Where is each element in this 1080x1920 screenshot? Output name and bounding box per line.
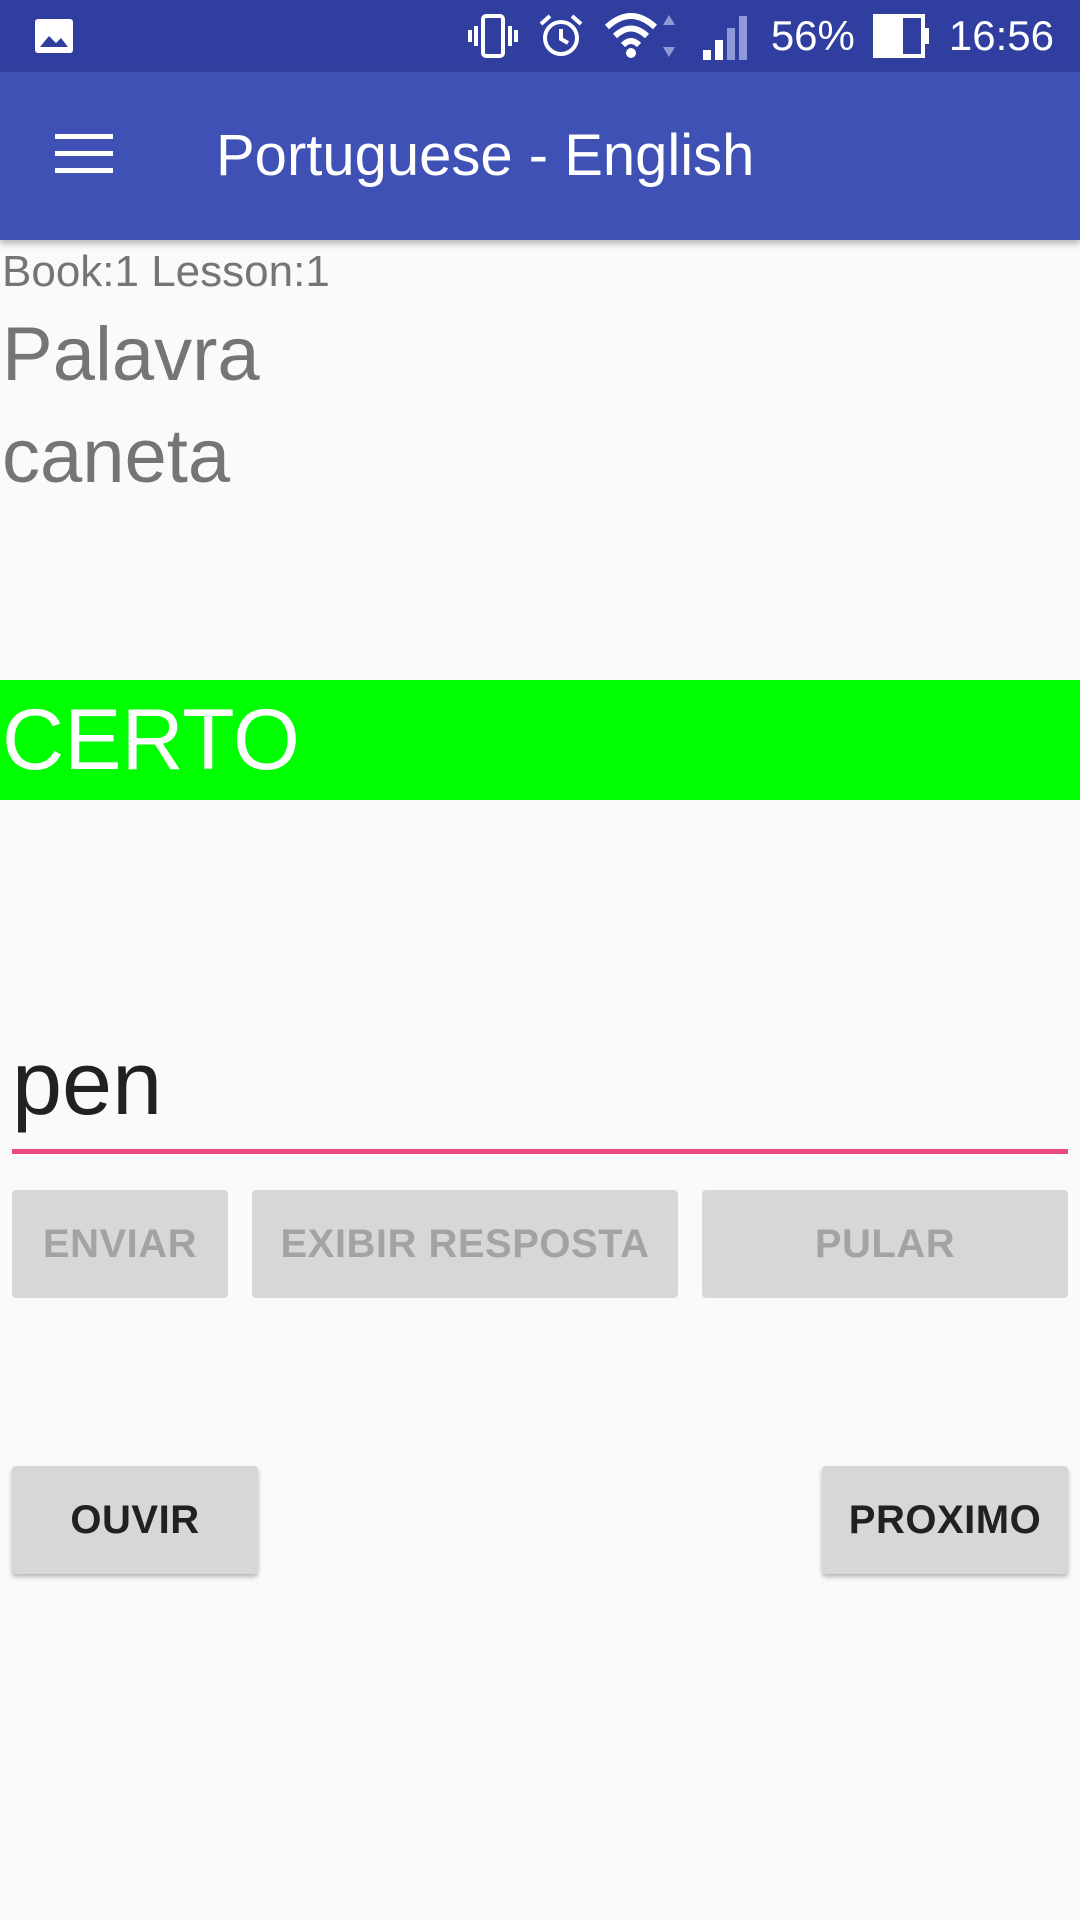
app-bar: Portuguese - English <box>0 72 1080 240</box>
hamburger-menu-icon <box>55 133 113 179</box>
menu-button[interactable] <box>40 116 128 196</box>
ouvir-button[interactable]: OUVIR <box>12 1466 258 1574</box>
lesson-info: Book:1 Lesson:1 <box>2 247 330 296</box>
exibir-resposta-button[interactable]: EXIBIR RESPOSTA <box>252 1190 678 1298</box>
signal-icon <box>701 12 753 60</box>
status-icons: 56% 16:56 <box>467 0 1054 72</box>
result-banner: CERTO <box>0 680 1080 800</box>
battery-icon <box>872 14 931 58</box>
status-bar: 56% 16:56 <box>0 0 1080 72</box>
result-text: CERTO <box>2 692 300 788</box>
proximo-button[interactable]: PROXIMO <box>822 1466 1068 1574</box>
pular-button[interactable]: PULAR <box>702 1190 1068 1298</box>
wifi-icon <box>603 11 683 61</box>
enviar-button[interactable]: ENVIAR <box>12 1190 228 1298</box>
answer-input[interactable]: pen <box>12 1020 1068 1154</box>
question-word: caneta <box>2 414 231 499</box>
vibrate-icon <box>467 14 519 58</box>
gallery-icon <box>34 18 74 54</box>
battery-percent: 56% <box>770 12 855 59</box>
answer-input-value: pen <box>12 1034 163 1134</box>
app-title: Portuguese - English <box>216 123 755 188</box>
alarm-icon <box>537 12 585 60</box>
clock: 16:56 <box>948 12 1054 59</box>
word-type-label: Palavra <box>2 312 260 397</box>
